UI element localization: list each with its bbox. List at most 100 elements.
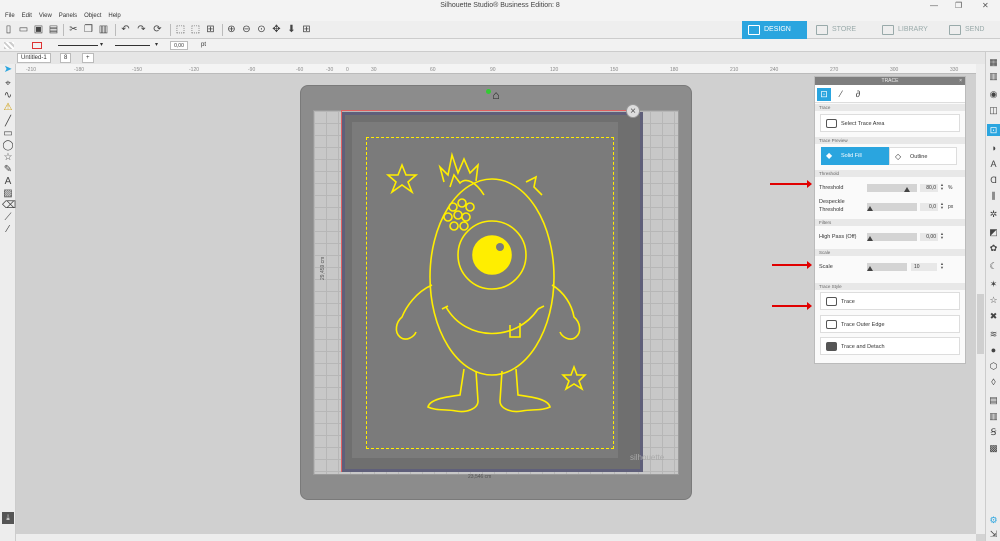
- cut-icon[interactable]: ✂: [68, 24, 79, 35]
- high-pass-slider-handle[interactable]: [867, 236, 873, 241]
- fit-page-icon[interactable]: ⊞: [301, 24, 312, 35]
- text-tool-icon[interactable]: A: [2, 176, 14, 188]
- paste-icon[interactable]: ▥: [98, 24, 109, 35]
- zoom-select-icon[interactable]: ⊙: [256, 24, 267, 35]
- zoom-out-icon[interactable]: ⊖: [241, 24, 252, 35]
- shadow-icon[interactable]: ●: [987, 344, 1000, 356]
- rulers-icon[interactable]: ▥: [987, 70, 1000, 82]
- tab-store[interactable]: STORE: [810, 21, 872, 39]
- font-icon[interactable]: Ꞩ: [987, 426, 1000, 438]
- scroll-thumb[interactable]: [977, 294, 984, 354]
- doc-tab-untitled[interactable]: Untitled-1: [17, 53, 51, 63]
- select-arrow-icon[interactable]: ➤: [2, 64, 14, 76]
- rotate-handle[interactable]: [486, 89, 491, 94]
- deselect-icon[interactable]: ⬚: [190, 24, 201, 35]
- pan-icon[interactable]: ✥: [271, 24, 282, 35]
- close-window-button[interactable]: ✕: [982, 1, 989, 10]
- save-icon[interactable]: ▣: [33, 24, 44, 35]
- doc-tab-8[interactable]: 8: [60, 53, 72, 63]
- polygon-tool-icon[interactable]: ☆: [2, 152, 14, 164]
- threshold-slider-handle[interactable]: [904, 187, 910, 192]
- modify-icon[interactable]: ✿: [987, 242, 1000, 254]
- nesting-icon[interactable]: ✖: [987, 310, 1000, 322]
- trace-tab-icon[interactable]: ⊡: [817, 88, 831, 101]
- line-color-icon[interactable]: [32, 42, 42, 49]
- print-icon[interactable]: ▤: [48, 24, 59, 35]
- fill-color-icon[interactable]: ◉: [987, 88, 1000, 100]
- copy-icon[interactable]: ❐: [83, 24, 94, 35]
- new-file-icon[interactable]: ▯: [3, 24, 14, 35]
- maximize-button[interactable]: ❐: [955, 1, 962, 10]
- point-edit-icon[interactable]: ⌖: [2, 78, 14, 90]
- fill-tool-icon[interactable]: ▨: [2, 188, 14, 200]
- vertical-scrollbar[interactable]: [976, 64, 985, 534]
- high-pass-input[interactable]: 0,00: [920, 233, 938, 241]
- map-icon[interactable]: ▥: [987, 410, 1000, 422]
- despeckle-slider[interactable]: [867, 203, 917, 211]
- select-all-icon[interactable]: ⬚: [175, 24, 186, 35]
- pixscan-icon[interactable]: ⬡: [987, 360, 1000, 372]
- horizontal-scrollbar[interactable]: [16, 534, 976, 541]
- zoom-in-icon[interactable]: ⊕: [226, 24, 237, 35]
- tab-design[interactable]: DESIGN: [742, 21, 807, 39]
- eyedropper-tab-icon[interactable]: ⁄: [834, 88, 848, 101]
- line-style-select[interactable]: [58, 45, 98, 46]
- expand-icon[interactable]: ⇲: [987, 528, 1000, 540]
- menu-edit[interactable]: Edit: [22, 12, 32, 21]
- sketch-icon[interactable]: ✶: [987, 278, 1000, 290]
- trace-panel-close-icon[interactable]: ×: [959, 77, 962, 85]
- despeckle-stepper[interactable]: ▲ ▼: [940, 202, 944, 210]
- undo-icon[interactable]: ↶: [120, 24, 131, 35]
- library-icon[interactable]: ☆: [987, 294, 1000, 306]
- grid-icon[interactable]: ⊞: [205, 24, 216, 35]
- despeckle-input[interactable]: 0,0: [920, 203, 938, 211]
- chevron-down-icon[interactable]: ▾: [100, 41, 103, 48]
- ellipse-tool-icon[interactable]: ◯: [2, 140, 14, 152]
- knife-tool-icon[interactable]: ⟋: [2, 212, 14, 224]
- layers-icon[interactable]: ≋: [987, 328, 1000, 340]
- pencil-tool-icon[interactable]: ✎: [2, 164, 14, 176]
- line-color-icon[interactable]: ◫: [987, 104, 1000, 116]
- offset-icon[interactable]: ☾: [987, 260, 1000, 272]
- minimize-button[interactable]: —: [930, 1, 938, 10]
- page-setup-icon[interactable]: ▦: [987, 56, 1000, 68]
- threshold-input[interactable]: 80,0: [920, 184, 938, 192]
- menu-panels[interactable]: Panels: [59, 12, 77, 21]
- magic-trace-tab-icon[interactable]: ∂: [851, 88, 865, 101]
- scale-input[interactable]: 10: [911, 263, 937, 271]
- align-icon[interactable]: ⫼: [987, 190, 1000, 202]
- barcode-icon[interactable]: ▩: [987, 442, 1000, 454]
- threshold-slider[interactable]: [867, 184, 917, 192]
- trace-and-detach-button[interactable]: Trace and Detach: [820, 337, 960, 355]
- redo-icon[interactable]: ↷: [136, 24, 147, 35]
- trace-outer-edge-button[interactable]: Trace Outer Edge: [820, 315, 960, 333]
- line-tool-icon[interactable]: ╱: [2, 116, 14, 128]
- transform-icon[interactable]: ◩: [987, 226, 1000, 238]
- menu-help[interactable]: Help: [108, 12, 120, 21]
- print-cut-icon[interactable]: ▤: [987, 394, 1000, 406]
- scale-slider-handle[interactable]: [867, 266, 873, 271]
- transparency-icon[interactable]: ◑: [987, 142, 1000, 154]
- scale-stepper[interactable]: ▲ ▼: [940, 262, 944, 270]
- eraser-tool-icon[interactable]: ⌫: [2, 200, 16, 212]
- tab-library[interactable]: LIBRARY: [876, 21, 940, 39]
- settings-gear-icon[interactable]: ⚙: [987, 514, 1000, 526]
- menu-file[interactable]: File: [5, 12, 15, 21]
- download-icon[interactable]: ⤓: [2, 512, 14, 524]
- menu-view[interactable]: View: [39, 12, 52, 21]
- fill-swatch-icon[interactable]: [4, 42, 14, 49]
- scale-slider[interactable]: [867, 263, 907, 271]
- despeckle-slider-handle[interactable]: [867, 206, 873, 211]
- weld-icon[interactable]: ◊: [987, 376, 1000, 388]
- close-image-icon[interactable]: ×: [626, 104, 640, 118]
- add-tab-button[interactable]: +: [82, 53, 94, 63]
- text-panel-icon[interactable]: A: [987, 158, 1000, 170]
- eyedropper-tool-icon[interactable]: ⁄: [2, 224, 14, 236]
- curve-icon[interactable]: ∿: [2, 90, 14, 102]
- trace-button[interactable]: Trace: [820, 292, 960, 310]
- high-pass-stepper[interactable]: ▲ ▼: [940, 232, 944, 240]
- chevron-down-icon[interactable]: ▾: [155, 41, 158, 48]
- trace-panel-icon[interactable]: ⊡: [987, 124, 1000, 136]
- tab-send[interactable]: SEND: [943, 21, 1000, 39]
- line-width-input[interactable]: 0,00: [170, 41, 188, 50]
